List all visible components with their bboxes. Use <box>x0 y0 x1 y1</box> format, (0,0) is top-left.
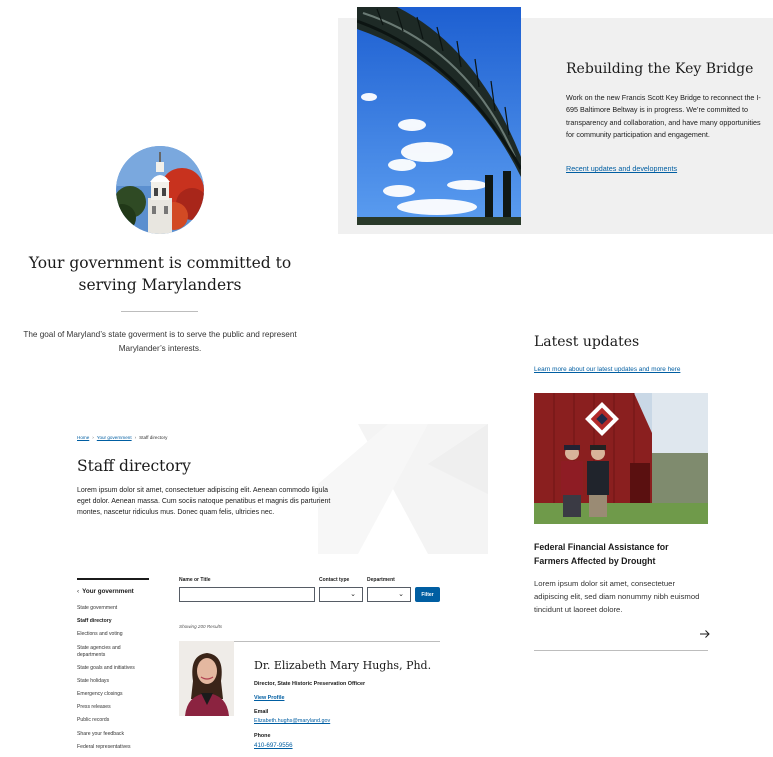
view-profile-link[interactable]: View Profile <box>254 695 284 701</box>
breadcrumb-home-link[interactable]: Home <box>77 435 89 440</box>
committed-heading: Your government is committed to serving … <box>28 254 292 294</box>
latest-updates-link[interactable]: Learn more about our latest updates and … <box>534 366 680 373</box>
sidenav-rule <box>77 578 149 580</box>
bridge-heading: Rebuilding the Key Bridge <box>566 61 754 77</box>
staff-role: Director, State Historic Preservation Of… <box>254 681 366 687</box>
breadcrumb-separator-icon: › <box>92 435 94 440</box>
news-card-title[interactable]: Federal Financial Assistance for Farmers… <box>534 541 704 568</box>
email-link[interactable]: Elizabeth.hughs@maryland.gov <box>254 718 330 724</box>
sidenav-item-federal-reps[interactable]: Federal representatives <box>77 744 149 757</box>
sidenav-item-staff-directory[interactable]: Staff directory <box>77 618 149 631</box>
divider <box>534 650 708 651</box>
staff-photo <box>179 641 234 716</box>
sidenav-item-feedback[interactable]: Share your feedback <box>77 731 149 744</box>
phone-link[interactable]: 410-697-9556 <box>254 742 293 749</box>
state-house-photo <box>116 146 204 234</box>
sidenav-item-agencies[interactable]: State agencies and departments <box>77 645 149 665</box>
staff-name: Dr. Elizabeth Mary Hughs, Phd. <box>254 659 432 672</box>
department-select[interactable]: ⌄ <box>367 587 411 602</box>
contact-filter-label: Contact type <box>319 577 350 583</box>
results-count: Showing 200 Results <box>179 624 223 629</box>
sidenav-item-state-government[interactable]: State government <box>77 605 149 618</box>
sidenav-item-press-releases[interactable]: Press releases <box>77 704 149 717</box>
breadcrumb: Home › Your government › Staff directory <box>77 435 167 440</box>
contact-type-select[interactable]: ⌄ <box>319 587 363 602</box>
phone-label: Phone <box>254 733 271 739</box>
news-card-text: Lorem ipsum dolor sit amet, consectetuer… <box>534 579 700 614</box>
email-label: Email <box>254 709 269 715</box>
name-filter-label: Name or Title <box>179 577 211 583</box>
bridge-text: Work on the new Francis Scott Key Bridge… <box>566 93 761 139</box>
page-title: Staff directory <box>77 457 191 475</box>
breadcrumb-government-link[interactable]: Your government <box>97 435 132 440</box>
chevron-down-icon: ⌄ <box>350 591 356 598</box>
divider <box>121 311 198 312</box>
breadcrumb-current: Staff directory <box>139 435 168 440</box>
department-filter-label: Department <box>367 577 395 583</box>
page-description: Lorem ipsum dolor sit amet, consectetuer… <box>77 487 331 517</box>
key-bridge-photo <box>357 7 521 225</box>
sidenav-back-link[interactable]: ‹ Your government <box>77 588 134 595</box>
bridge-updates-link[interactable]: Recent updates and developments <box>566 164 677 173</box>
sidenav-item-public-records[interactable]: Public records <box>77 717 149 730</box>
sidenav-list: State government Staff directory Electio… <box>77 605 149 757</box>
chevron-left-icon: ‹ <box>77 588 80 595</box>
farmers-barn-photo[interactable] <box>534 393 708 524</box>
filter-button[interactable]: Filter <box>415 587 440 602</box>
latest-updates-heading: Latest updates <box>534 334 640 350</box>
chevron-down-icon: ⌄ <box>398 591 404 598</box>
sidenav-item-holidays[interactable]: State holidays <box>77 678 149 691</box>
sidenav-item-emergency-closings[interactable]: Emergency closings <box>77 691 149 704</box>
name-search-input[interactable] <box>179 587 315 602</box>
arrow-right-icon[interactable] <box>699 626 711 638</box>
sidenav-item-goals[interactable]: State goals and initiatives <box>77 665 149 678</box>
committed-text: The goal of Maryland’s state goverment i… <box>23 330 297 353</box>
decorative-shape <box>318 424 488 554</box>
breadcrumb-separator-icon: › <box>134 435 137 440</box>
sidenav-item-elections[interactable]: Elections and voting <box>77 631 149 644</box>
